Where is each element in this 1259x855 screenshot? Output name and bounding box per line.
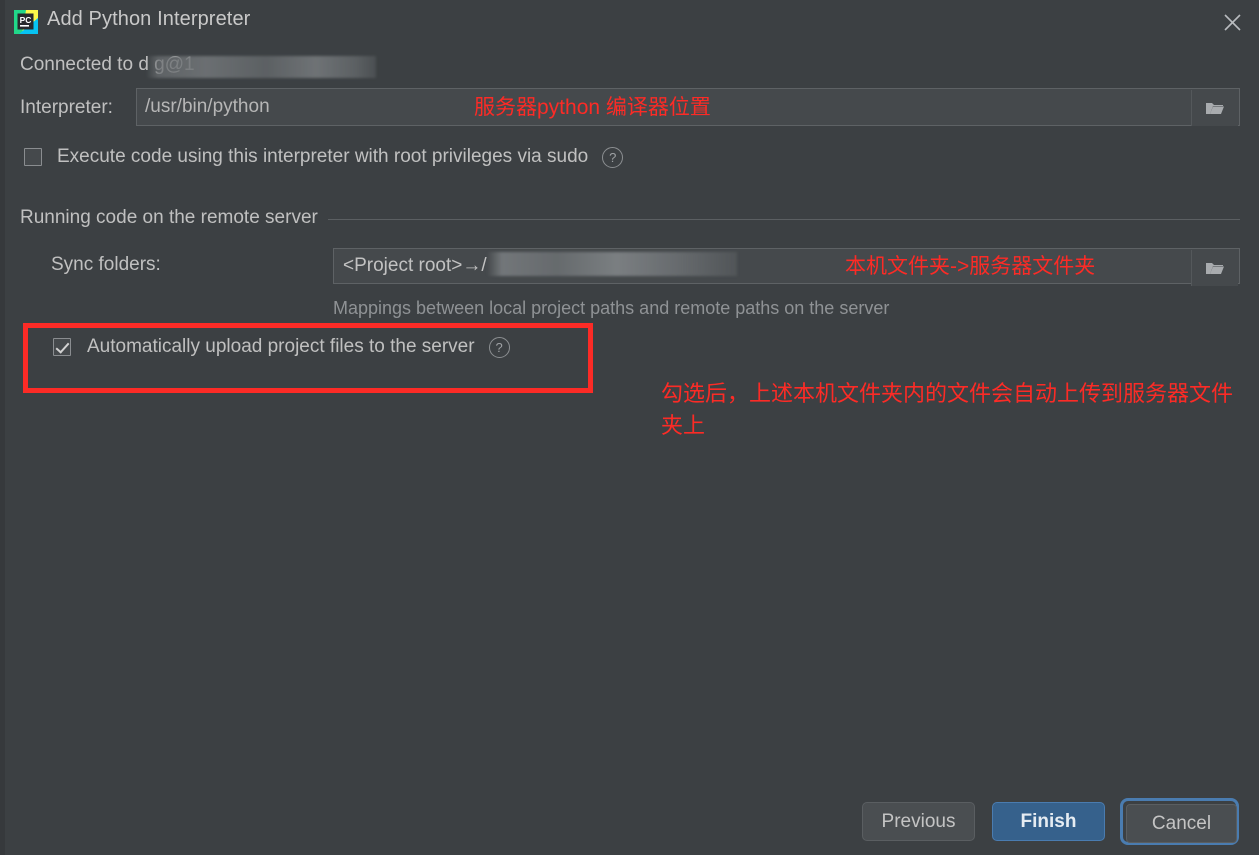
auto-upload-checkbox-row[interactable]: Automatically upload project files to th… bbox=[53, 334, 510, 360]
previous-button[interactable]: Previous bbox=[862, 802, 975, 841]
sync-folders-hint: Mappings between local project paths and… bbox=[333, 298, 890, 318]
pycharm-logo-icon: PC bbox=[13, 9, 39, 35]
annotation-interpreter: 服务器python 编译器位置 bbox=[474, 96, 711, 119]
sync-folders-label: Sync folders: bbox=[51, 254, 161, 275]
connection-host: d g@1 bbox=[138, 54, 195, 75]
cancel-button[interactable]: Cancel bbox=[1126, 804, 1237, 843]
cancel-button-focus-ring: Cancel bbox=[1120, 798, 1239, 845]
interpreter-label: Interpreter: bbox=[20, 97, 113, 118]
sudo-checkbox[interactable] bbox=[24, 148, 42, 166]
interpreter-browse-folder-icon[interactable] bbox=[1191, 90, 1238, 126]
sudo-checkbox-row[interactable]: Execute code using this interpreter with… bbox=[24, 144, 624, 170]
sync-folders-browse-folder-icon[interactable] bbox=[1191, 250, 1238, 286]
auto-upload-help-question-mark-icon[interactable]: ? bbox=[488, 336, 510, 358]
dialog-left-edge bbox=[0, 0, 5, 855]
connection-status: Connected to d g@1 bbox=[20, 54, 195, 76]
interpreter-value: /usr/bin/python bbox=[145, 96, 270, 117]
title-bar: PC Add Python Interpreter bbox=[0, 0, 1259, 46]
remote-group-title: Running code on the remote server bbox=[20, 207, 328, 229]
close-icon[interactable] bbox=[1215, 6, 1249, 38]
svg-text:PC: PC bbox=[20, 15, 32, 25]
connection-label: Connected to bbox=[20, 54, 134, 75]
auto-upload-checkbox[interactable] bbox=[53, 338, 71, 356]
annotation-auto-upload: 勾选后，上述本机文件夹内的文件会自动上传到服务器文件夹上 bbox=[661, 381, 1234, 438]
sudo-help-question-mark-icon[interactable]: ? bbox=[602, 146, 624, 168]
sync-folders-input[interactable]: <Project root>→/ bbox=[333, 248, 1240, 286]
finish-button[interactable]: Finish bbox=[992, 802, 1105, 841]
sudo-label: Execute code using this interpreter with… bbox=[57, 146, 589, 167]
add-python-interpreter-dialog: PC Add Python Interpreter Connected to d… bbox=[0, 0, 1259, 855]
annotation-sync-folders: 本机文件夹->服务器文件夹 bbox=[845, 255, 1096, 278]
sync-folders-value: <Project root>→/ bbox=[343, 255, 487, 276]
page-title: Add Python Interpreter bbox=[47, 8, 251, 30]
auto-upload-label: Automatically upload project files to th… bbox=[87, 336, 475, 357]
